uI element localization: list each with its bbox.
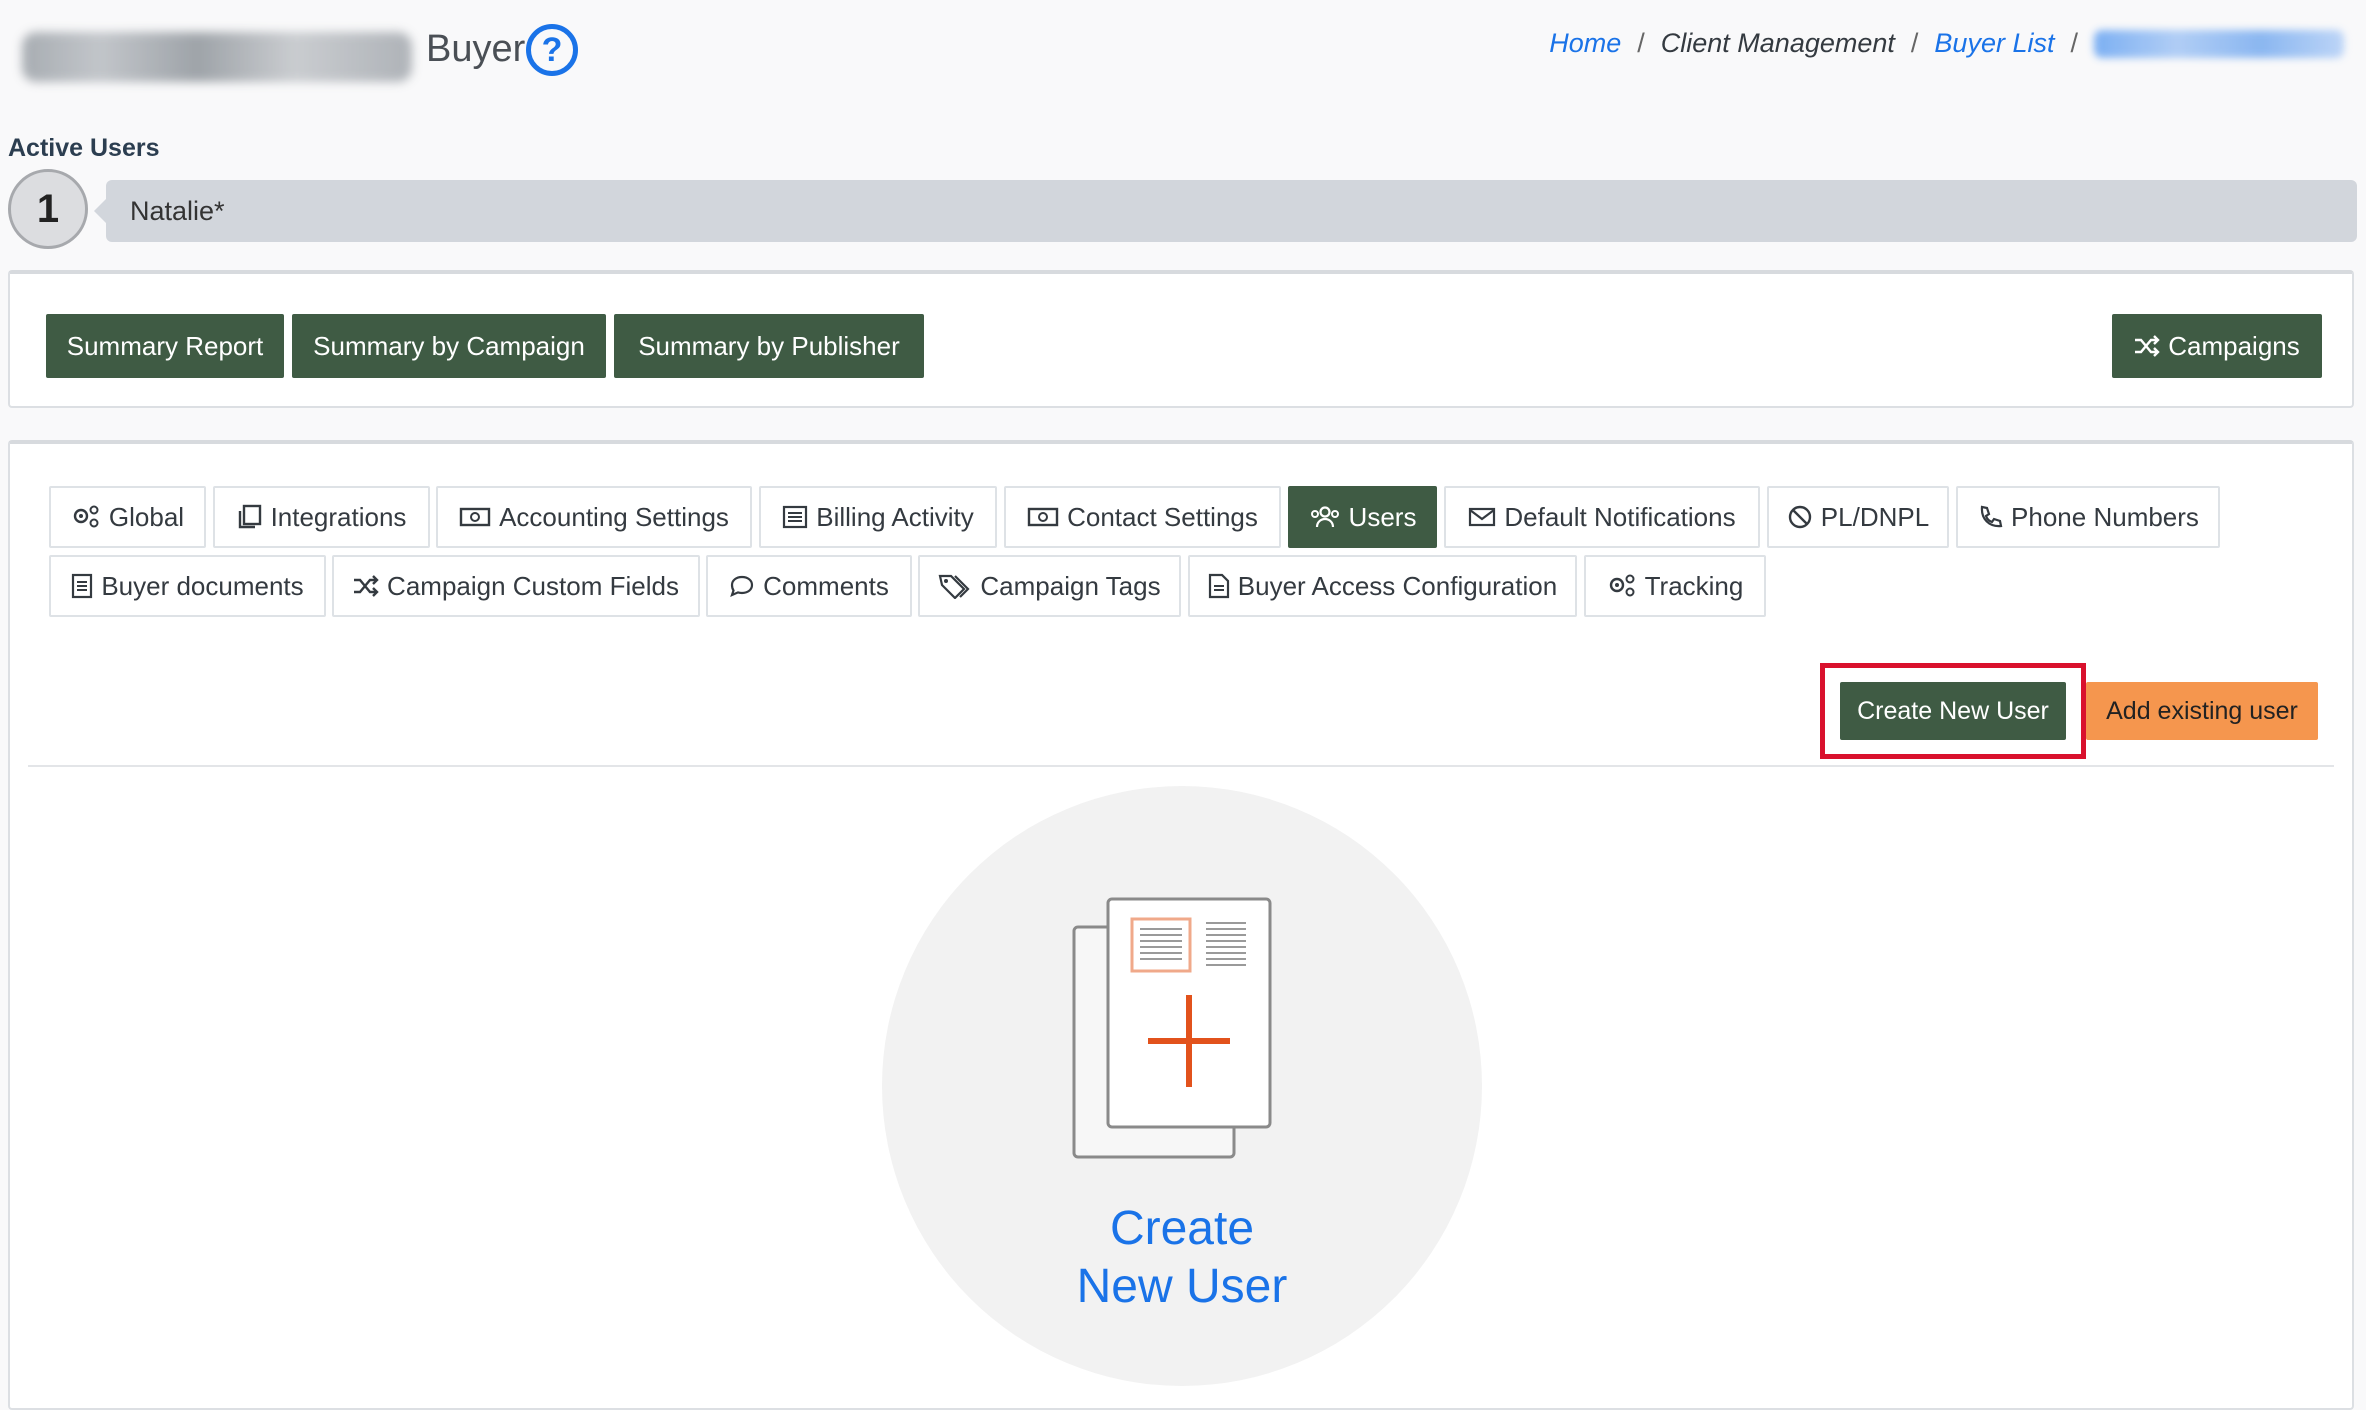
phone-icon <box>1980 505 2003 528</box>
breadcrumb-home[interactable]: Home <box>1549 28 1621 59</box>
campaigns-button[interactable]: Campaigns <box>2112 314 2322 378</box>
tab-label: Buyer Access Configuration <box>1237 570 1558 601</box>
shuffle-icon <box>354 575 379 597</box>
list-alt-icon <box>783 505 808 529</box>
add-document-icon <box>1072 897 1272 1159</box>
tab-campaign-tags[interactable]: Campaign Tags <box>918 555 1181 617</box>
tab-label: Campaign Custom Fields <box>387 570 679 601</box>
money-bill-icon <box>1027 507 1059 527</box>
buyer-name-redacted <box>22 32 412 82</box>
tab-label: Phone Numbers <box>2011 501 2199 532</box>
breadcrumb: Home / Client Management / Buyer List / <box>1549 28 2366 59</box>
breadcrumb-separator: / <box>2070 28 2078 58</box>
breadcrumb-buyer-list[interactable]: Buyer List <box>1934 28 2054 59</box>
breadcrumb-separator: / <box>1637 28 1645 58</box>
tab-label: Buyer documents <box>101 570 304 601</box>
tab-integrations[interactable]: Integrations <box>213 486 430 548</box>
summary-by-campaign-button[interactable]: Summary by Campaign <box>292 314 606 378</box>
tab-label: Campaign Tags <box>980 570 1161 601</box>
tab-tracking[interactable]: Tracking <box>1584 555 1766 617</box>
tab-label: Contact Settings <box>1067 501 1258 532</box>
tab-buyer-access-configuration[interactable]: Buyer Access Configuration <box>1188 555 1577 617</box>
tab-billing-activity[interactable]: Billing Activity <box>759 486 997 548</box>
page-header: Buyer ? Home / Client Management / Buyer… <box>0 0 2366 130</box>
tab-label: Default Notifications <box>1504 501 1736 532</box>
active-user-name: Natalie* <box>130 195 225 226</box>
divider <box>28 765 2334 767</box>
tab-label: Tracking <box>1644 570 1744 601</box>
tab-default-notifications[interactable]: Default Notifications <box>1444 486 1760 548</box>
campaigns-label: Campaigns <box>2168 330 2300 361</box>
money-bill-icon <box>459 507 491 527</box>
tab-contact-settings[interactable]: Contact Settings <box>1004 486 1281 548</box>
tab-accounting-settings[interactable]: Accounting Settings <box>436 486 752 548</box>
copy-icon <box>238 504 261 529</box>
summary-report-button[interactable]: Summary Report <box>46 314 284 378</box>
summary-by-publisher-button[interactable]: Summary by Publisher <box>614 314 924 378</box>
shuffle-icon <box>2135 335 2160 357</box>
active-users-label: Active Users <box>8 134 160 162</box>
add-existing-user-button[interactable]: Add existing user <box>2086 682 2318 740</box>
tab-label: Integrations <box>270 501 407 532</box>
tab-users[interactable]: Users <box>1288 486 1437 548</box>
question-circle-icon[interactable]: ? <box>526 24 578 76</box>
cogs-icon <box>73 505 99 528</box>
tab-label: Global <box>108 501 185 532</box>
tab-label: Users <box>1348 501 1417 532</box>
tab-global[interactable]: Global <box>49 486 206 548</box>
tab-phone-numbers[interactable]: Phone Numbers <box>1956 486 2220 548</box>
cogs-icon <box>1609 574 1635 597</box>
tab-pl-dnpl[interactable]: PL/DNPL <box>1767 486 1949 548</box>
tab-label: Billing Activity <box>816 501 974 532</box>
file-alt-icon <box>72 573 93 599</box>
comment-icon <box>730 575 754 597</box>
page-title: Buyer <box>426 28 526 70</box>
breadcrumb-separator: / <box>1910 28 1919 58</box>
tab-buyer-documents[interactable]: Buyer documents <box>49 555 326 617</box>
create-text-line1: Create <box>1109 1202 1255 1255</box>
tab-comments[interactable]: Comments <box>706 555 912 617</box>
breadcrumb-current-redacted[interactable] <box>2094 29 2344 58</box>
breadcrumb-client-management: Client Management <box>1660 28 1895 58</box>
create-text-line2: New User <box>1076 1260 1288 1313</box>
tab-label: Comments <box>763 570 889 601</box>
create-new-user-button[interactable]: Create New User <box>1840 682 2066 740</box>
file-alt-icon <box>1208 573 1229 599</box>
users-icon <box>1310 506 1339 528</box>
tab-campaign-custom-fields[interactable]: Campaign Custom Fields <box>332 555 700 617</box>
ban-icon <box>1788 505 1811 529</box>
envelope-icon <box>1469 507 1496 527</box>
tab-label: Accounting Settings <box>499 501 729 532</box>
tags-icon <box>939 574 970 599</box>
create-new-user-link[interactable]: Create New User <box>882 1200 1482 1316</box>
active-users-bar: Natalie* <box>94 180 2357 242</box>
active-users-count: 1 <box>8 169 88 249</box>
report-panel: Summary Report Summary by Campaign Summa… <box>8 270 2354 408</box>
tab-label: PL/DNPL <box>1820 501 1930 532</box>
